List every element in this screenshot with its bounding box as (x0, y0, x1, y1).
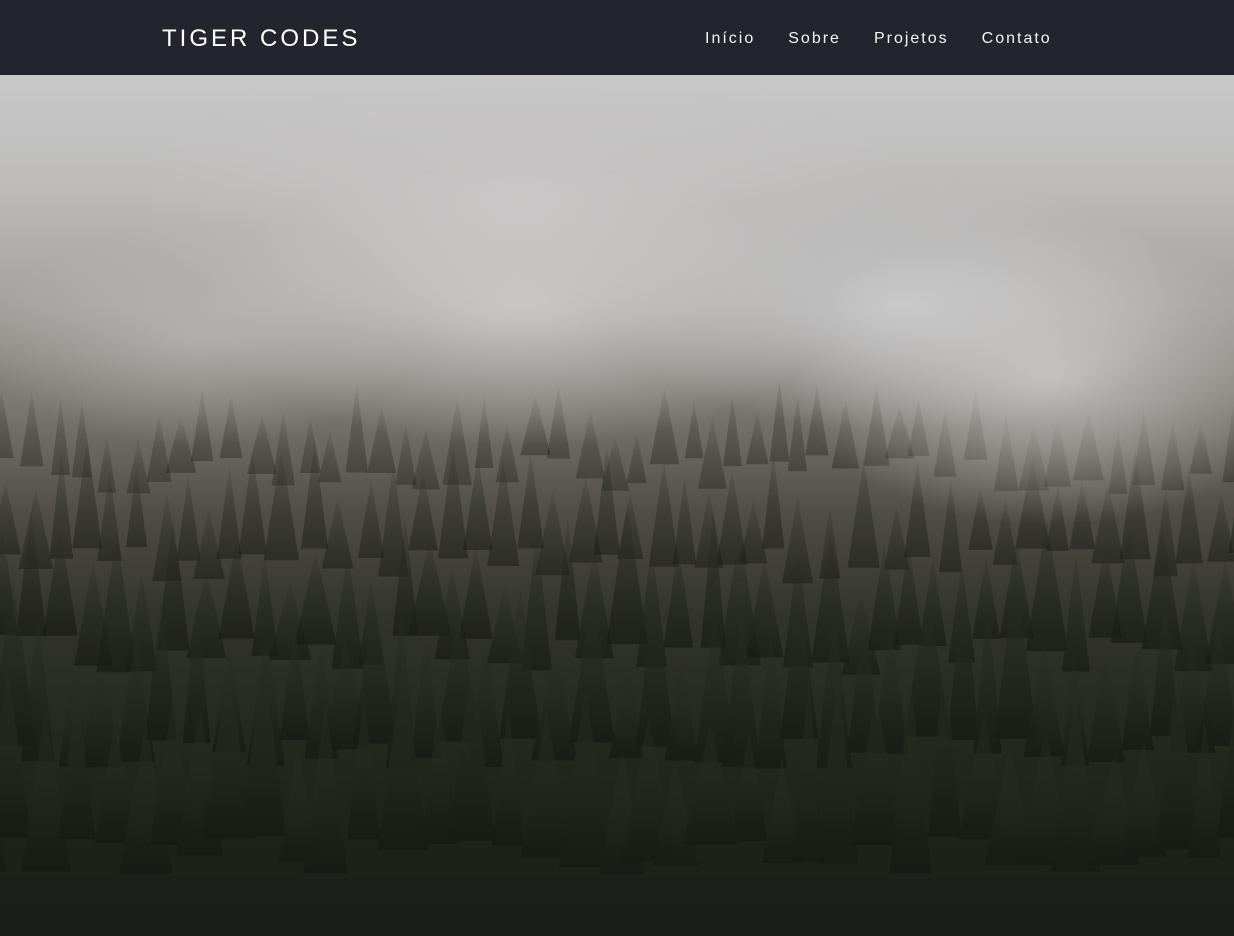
nav-menu: Início Sobre Projetos Contato (705, 0, 1052, 75)
top-navbar: TIGER CODES Início Sobre Projetos Contat… (0, 0, 1234, 75)
tree-shape (216, 466, 242, 559)
tree-shape (769, 379, 790, 462)
tree-shape (745, 412, 769, 465)
hero-image (0, 75, 1234, 936)
nav-link-contato[interactable]: Contato (982, 27, 1052, 48)
tree-shape (458, 544, 493, 639)
tree-shape (883, 505, 910, 570)
nav-link-sobre[interactable]: Sobre (788, 27, 841, 48)
tree-shape (994, 573, 1038, 739)
tree-shape (517, 452, 545, 549)
nav-item-contato: Contato (982, 27, 1052, 48)
tree-shape (1120, 640, 1154, 750)
tree-shape (176, 475, 201, 561)
brand-logo[interactable]: TIGER CODES (162, 0, 360, 75)
tree-shape (1050, 693, 1100, 872)
tree-shape (1086, 652, 1126, 763)
tree-shape (626, 433, 647, 484)
tree-shape (739, 500, 768, 564)
tree-shape (317, 431, 342, 483)
nav-item-sobre: Sobre (788, 27, 841, 48)
tree-shape (1061, 552, 1090, 672)
nav-item-inicio: Início (705, 27, 755, 48)
tree-shape (97, 436, 117, 493)
foggy-forest-illustration (0, 165, 1234, 875)
tree-shape (648, 459, 679, 567)
nav-link-projetos[interactable]: Projetos (874, 27, 949, 48)
tree-shape (125, 574, 158, 672)
nav-link-inicio[interactable]: Início (705, 27, 755, 48)
tree-shape (0, 390, 14, 459)
tree-shape (762, 452, 785, 549)
tree-shape (672, 476, 697, 565)
tree-shape (357, 479, 385, 558)
nav-item-projetos: Projetos (874, 27, 949, 48)
